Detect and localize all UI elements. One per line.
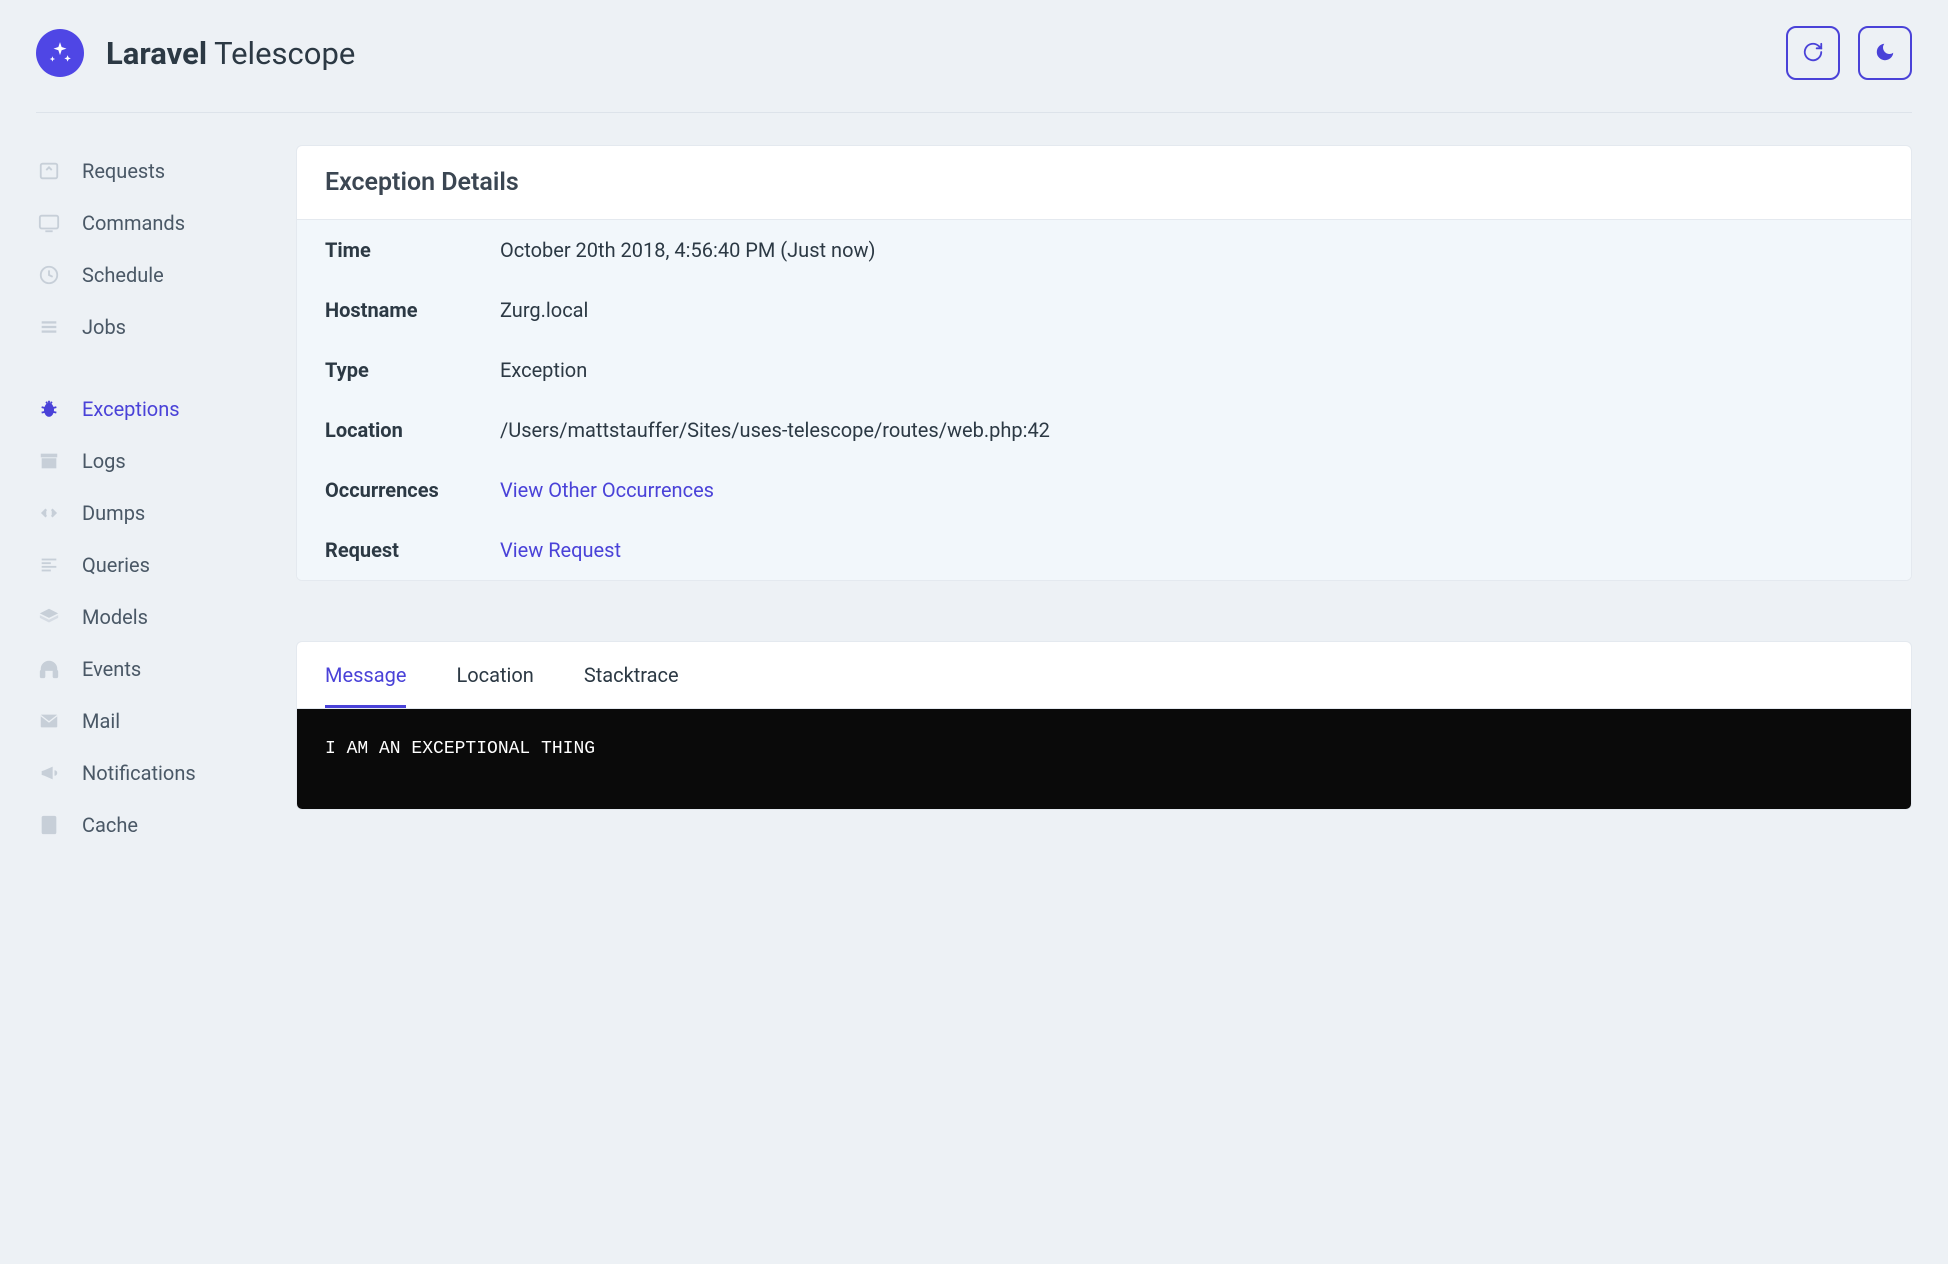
exception-message-body: I AM AN EXCEPTIONAL THING [297,709,1911,809]
layers-icon [36,604,62,630]
sidebar-item-models[interactable]: Models [36,591,266,643]
brand-title: Laravel Telescope [106,35,355,72]
detail-value: /Users/mattstauffer/Sites/uses-telescope… [500,418,1050,442]
headphones-icon [36,656,62,682]
sidebar-item-exceptions[interactable]: Exceptions [36,383,266,435]
detail-label: Hostname [325,298,500,322]
mail-icon [36,708,62,734]
detail-label: Time [325,238,500,262]
sidebar-item-cache[interactable]: Cache [36,799,266,851]
moon-icon [1874,41,1896,66]
sidebar-item-notifications[interactable]: Notifications [36,747,266,799]
tab-stacktrace[interactable]: Stacktrace [584,642,679,708]
brand: Laravel Telescope [36,29,355,77]
terminal-icon [36,210,62,236]
sidebar-item-schedule[interactable]: Schedule [36,249,266,301]
sidebar-item-logs[interactable]: Logs [36,435,266,487]
sidebar-item-label: Jobs [82,315,126,339]
sidebar-item-label: Logs [82,449,126,473]
archive-icon [36,448,62,474]
sidebar-item-label: Mail [82,709,120,733]
bug-icon [36,396,62,422]
sidebar-item-label: Cache [82,813,138,837]
window-icon [36,158,62,184]
sidebar-item-label: Notifications [82,761,196,785]
sidebar-item-events[interactable]: Events [36,643,266,695]
refresh-icon [1802,41,1824,66]
sidebar-item-commands[interactable]: Commands [36,197,266,249]
align-left-icon [36,552,62,578]
sidebar-item-label: Requests [82,159,165,183]
card-title: Exception Details [297,146,1911,220]
sidebar-item-dumps[interactable]: Dumps [36,487,266,539]
megaphone-icon [36,760,62,786]
sidebar-item-label: Exceptions [82,397,180,421]
detail-label: Type [325,358,500,382]
detail-row-time: Time October 20th 2018, 4:56:40 PM (Just… [297,220,1911,280]
tab-message[interactable]: Message [325,642,406,708]
view-occurrences-link[interactable]: View Other Occurrences [500,478,714,502]
detail-label: Location [325,418,500,442]
refresh-button[interactable] [1786,26,1840,80]
detail-value: Exception [500,358,587,382]
header: Laravel Telescope [36,26,1912,113]
detail-label: Request [325,538,500,562]
sidebar-item-mail[interactable]: Mail [36,695,266,747]
sidebar-item-queries[interactable]: Queries [36,539,266,591]
exception-tabs-card: Message Location Stacktrace I AM AN EXCE… [296,641,1912,810]
code-icon [36,500,62,526]
telescope-logo-icon [36,29,84,77]
detail-value: Zurg.local [500,298,588,322]
detail-row-hostname: Hostname Zurg.local [297,280,1911,340]
clock-icon [36,262,62,288]
sidebar: Requests Commands Schedule Jobs [36,145,266,881]
detail-row-request: Request View Request [297,520,1911,580]
sidebar-item-requests[interactable]: Requests [36,145,266,197]
detail-row-type: Type Exception [297,340,1911,400]
detail-label: Occurrences [325,478,500,502]
tab-location[interactable]: Location [456,642,533,708]
sidebar-item-label: Models [82,605,148,629]
tabs: Message Location Stacktrace [297,642,1911,709]
file-icon [36,812,62,838]
sidebar-item-label: Queries [82,553,150,577]
detail-row-location: Location /Users/mattstauffer/Sites/uses-… [297,400,1911,460]
sidebar-item-label: Events [82,657,141,681]
sidebar-item-label: Commands [82,211,185,235]
list-icon [36,314,62,340]
detail-value: October 20th 2018, 4:56:40 PM (Just now) [500,238,875,262]
exception-details-card: Exception Details Time October 20th 2018… [296,145,1912,581]
dark-mode-button[interactable] [1858,26,1912,80]
sidebar-item-jobs[interactable]: Jobs [36,301,266,353]
sidebar-item-label: Schedule [82,263,164,287]
view-request-link[interactable]: View Request [500,538,621,562]
sidebar-item-label: Dumps [82,501,145,525]
detail-row-occurrences: Occurrences View Other Occurrences [297,460,1911,520]
